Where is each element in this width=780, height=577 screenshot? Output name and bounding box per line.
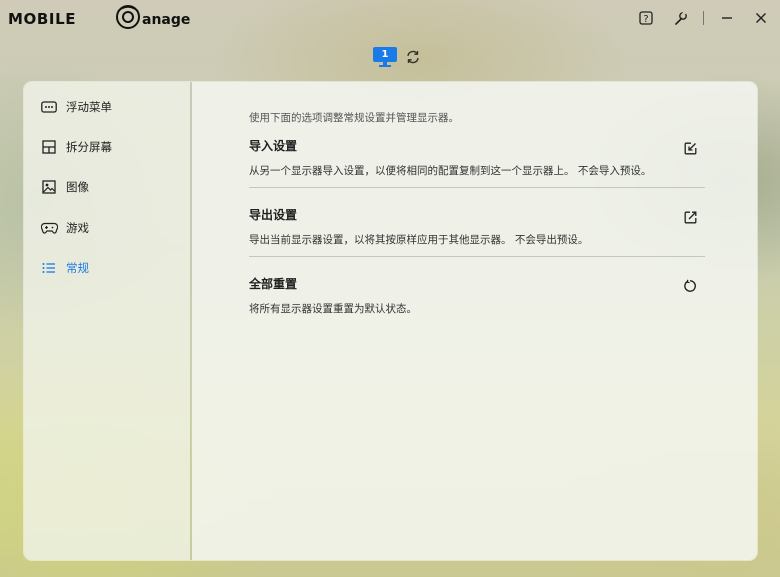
help-icon[interactable]: ? [635,7,657,29]
close-icon[interactable] [750,7,772,29]
sidebar-item-label: 游戏 [66,221,89,235]
sidebar-item-image[interactable]: 图像 [24,167,191,207]
svg-text:?: ? [643,14,648,25]
sidebar-item-general[interactable]: 常规 [24,248,191,288]
gamepad-icon [40,219,58,237]
section-divider [249,187,705,188]
monitor-selector: 1 [373,47,421,69]
main-panel: 浮动菜单 拆分屏幕 图像 游戏 常规 使用下面的选项调整常规设置并管理显示器。 … [24,82,757,560]
section-title: 导出设置 [249,208,298,222]
title-bar: MOBILE anager ? [0,0,780,36]
app-logo-mark: MOBILE anager [8,5,190,29]
import-settings-section: 导入设置 从另一个显示器导入设置，以便将相同的配置复制到这一个显示器上。 不会导… [249,137,705,188]
sidebar: 浮动菜单 拆分屏幕 图像 游戏 常规 [24,82,191,560]
section-title: 导入设置 [249,139,298,153]
sidebar-item-label: 浮动菜单 [66,100,112,114]
section-title: 全部重置 [249,277,298,291]
section-description: 从另一个显示器导入设置，以便将相同的配置复制到这一个显示器上。 不会导入预设。 [249,165,652,177]
sidebar-item-label: 常规 [66,261,89,275]
titlebar-divider [703,11,704,25]
sidebar-item-label: 图像 [66,180,89,194]
sidebar-item-split-screen[interactable]: 拆分屏幕 [24,127,191,167]
app-logo: MOBILE anager [8,5,190,31]
export-icon[interactable] [679,206,701,228]
export-settings-section: 导出设置 导出当前显示器设置，以将其按原样应用于其他显示器。 不会导出预设。 [249,206,705,257]
sidebar-item-games[interactable]: 游戏 [24,208,191,248]
image-icon [40,178,58,196]
floating-menu-icon [40,98,58,116]
refresh-monitors-icon[interactable] [405,49,421,65]
settings-wrench-icon[interactable] [669,7,691,29]
monitor-1-button[interactable]: 1 [373,47,397,69]
list-icon [40,259,58,277]
sidebar-item-label: 拆分屏幕 [66,140,112,154]
split-screen-icon [40,138,58,156]
reset-all-section: 全部重置 将所有显示器设置重置为默认状态。 [249,275,705,316]
general-settings-content: 使用下面的选项调整常规设置并管理显示器。 导入设置 从另一个显示器导入设置，以便… [192,82,757,560]
section-divider [249,256,705,257]
reset-icon[interactable] [679,275,701,297]
section-description: 导出当前显示器设置，以将其按原样应用于其他显示器。 不会导出预设。 [249,234,589,246]
minimize-icon[interactable] [716,7,738,29]
content-intro: 使用下面的选项调整常规设置并管理显示器。 [249,112,459,124]
section-description: 将所有显示器设置重置为默认状态。 [249,303,417,315]
sidebar-item-floating-menu[interactable]: 浮动菜单 [24,87,191,127]
import-icon[interactable] [679,137,701,159]
svg-text:MOBILE: MOBILE [8,10,76,28]
app-title-suffix: anager [142,12,190,28]
monitor-number: 1 [373,47,397,62]
